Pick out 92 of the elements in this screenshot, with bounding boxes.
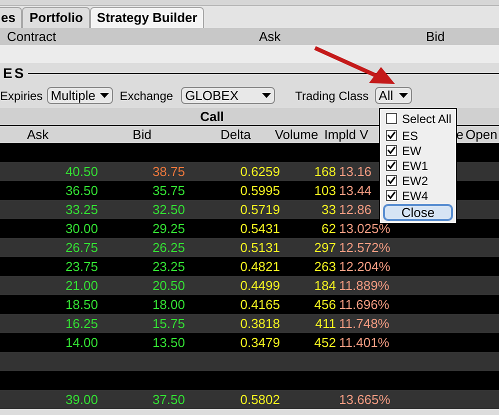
volume-cell-text: 33 [320,200,336,219]
bid-cell-text: 23.25 [151,258,185,276]
caret-icon [100,93,109,98]
filter-label: Trading Class [295,88,369,104]
column-header: Ask [259,28,282,46]
checkbox[interactable] [386,160,397,171]
implied-vol-cell-text: 13.025% [339,220,390,238]
volume-cell-text: 103 [313,182,336,200]
delta-cell-text: 0.4499 [239,276,280,295]
bid-cell-text: 38.75 [151,162,185,181]
delta-cell-text: 0.5431 [239,220,280,238]
implied-vol-cell-text: 12.86 [339,200,372,219]
bid-cell-text: 15.75 [151,314,185,333]
tab[interactable]: Portfolio [22,7,90,28]
delta-cell-text: 0.5802 [239,390,280,409]
caret-icon [262,93,272,98]
class-option[interactable]: Select All [380,111,456,126]
bid-cell-text: 32.50 [151,200,185,219]
side-title: Call [200,108,224,126]
close-button[interactable]: Close [383,204,453,221]
filter-dropdown[interactable]: GLOBEX [181,87,276,104]
implied-vol-cell-text: 12.204% [339,258,390,276]
ask-cell-text: 18.50 [64,296,98,314]
ask-cell-text: 26.75 [64,238,98,257]
checkbox[interactable] [386,175,397,186]
bid-cell-text: 13.50 [151,334,185,352]
delta-cell-text: 0.5131 [239,238,280,257]
filter-label: Expiries [0,88,43,104]
ask-cell-text: 23.75 [64,258,98,276]
bid-cell-text: 20.50 [151,276,185,295]
delta-cell-text: 0.3818 [239,314,280,333]
ask-cell-text: 14.00 [64,334,98,352]
delta-cell-text: 0.5995 [239,182,280,200]
volume-cell-text: 168 [313,162,336,181]
implied-vol-cell-text: 13.665% [339,390,390,409]
section-title: ES [3,64,26,82]
column-header: Impld V [324,126,368,144]
volume-cell-text: 263 [313,258,336,276]
column-header: Ask [27,126,49,144]
arrow-icon [313,46,397,86]
checkbox[interactable] [386,190,397,201]
checkbox[interactable] [386,113,397,124]
ask-cell-text: 30.00 [64,220,98,238]
volume-cell-text: 452 [313,334,336,352]
volume-cell-text: 184 [313,276,336,295]
delta-cell-text: 0.3479 [239,334,280,352]
column-header: Volume [274,126,318,144]
volume-cell-text: 411 [314,314,336,333]
ask-cell-text: 39.00 [64,390,98,409]
ask-cell-text: 16.25 [64,314,98,333]
implied-vol-cell-text: 11.401% [339,334,390,352]
column-header: Open [466,126,498,144]
ask-cell-text: 21.00 [64,276,98,295]
bid-cell-text: 37.50 [151,390,185,409]
implied-vol-cell-text: 11.889% [339,276,390,295]
implied-vol-cell-text: 13.44 [339,182,372,200]
ask-cell-text: 40.50 [64,162,98,181]
class-option[interactable]: EW1 [380,158,456,173]
class-option[interactable]: EW2 [380,173,456,188]
column-header: Bid [132,126,152,144]
column-header: e [456,126,464,144]
caret-icon [398,93,408,98]
implied-vol-cell-text: 11.696% [339,296,390,314]
filter-dropdown[interactable]: All [374,87,412,104]
tab[interactable]: Strategy Builder [90,7,204,28]
bid-cell-text: 35.75 [151,182,185,200]
checkbox[interactable] [386,130,397,141]
ask-cell-text: 36.50 [64,182,98,200]
class-option[interactable]: EW [380,143,456,158]
column-header: Bid [426,28,445,46]
delta-cell-text: 0.6259 [239,162,280,181]
filter-label: Exchange [120,88,174,104]
bid-cell-text: 29.25 [151,220,185,238]
tab[interactable]: es [0,7,22,28]
class-option[interactable]: EW4 [380,188,456,203]
bid-cell-text: 18.00 [151,296,185,314]
class-option[interactable]: ES [380,128,456,143]
checkbox[interactable] [386,145,397,156]
filter-dropdown[interactable]: Multiple [46,87,113,104]
implied-vol-cell-text: 11.748% [339,314,390,333]
delta-cell-text: 0.4165 [239,296,280,314]
column-header: Contract [7,28,58,46]
bid-cell-text: 26.25 [151,238,185,257]
delta-cell-text: 0.5719 [239,200,280,219]
volume-cell-text: 297 [313,238,336,257]
implied-vol-cell-text: 13.16 [339,162,372,181]
volume-cell-text: 456 [313,296,336,314]
column-header: Delta [220,126,251,144]
delta-cell-text: 0.4821 [239,258,280,276]
implied-vol-cell-text: 12.572% [339,238,390,257]
volume-cell-text: 62 [320,220,336,238]
ask-cell-text: 33.25 [64,200,98,219]
